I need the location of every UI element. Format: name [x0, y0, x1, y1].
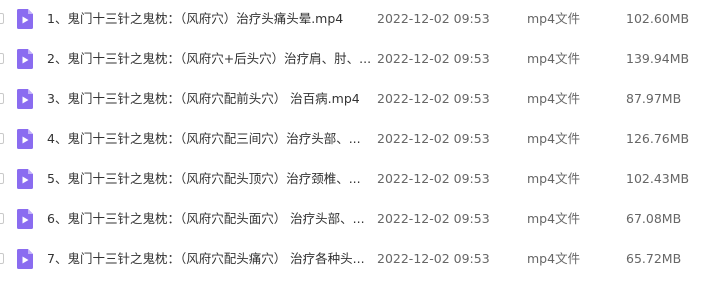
file-name[interactable]: 4、鬼门十三针之鬼枕：（风府穴配三间穴）治疗头部、...: [47, 131, 361, 147]
video-file-icon: [17, 209, 33, 229]
row-checkbox[interactable]: [0, 173, 4, 184]
row-checkbox[interactable]: [0, 213, 4, 224]
file-type: mp4文件: [527, 11, 581, 26]
file-row[interactable]: 6、鬼门十三针之鬼枕：（风府穴配头面穴） 治疗头部、... 2022-12-02…: [0, 200, 709, 240]
file-name[interactable]: 3、鬼门十三针之鬼枕：（风府穴配前头穴） 治百病.mp4: [47, 91, 360, 107]
file-type: mp4文件: [527, 51, 581, 66]
video-file-icon: [17, 89, 33, 109]
row-checkbox[interactable]: [0, 53, 4, 64]
file-modified-date: 2022-12-02 09:53: [377, 51, 490, 66]
file-list: 1、鬼门十三针之鬼枕：（风府穴）治疗头痛头晕.mp4 2022-12-02 09…: [0, 0, 709, 284]
file-type: mp4文件: [527, 171, 581, 186]
file-name[interactable]: 1、鬼门十三针之鬼枕：（风府穴）治疗头痛头晕.mp4: [47, 11, 343, 27]
file-size: 139.94MB: [626, 51, 690, 66]
row-checkbox[interactable]: [0, 13, 4, 24]
video-file-icon: [17, 49, 33, 69]
row-checkbox[interactable]: [0, 253, 4, 264]
file-modified-date: 2022-12-02 09:53: [377, 251, 490, 266]
file-type: mp4文件: [527, 131, 581, 146]
file-modified-date: 2022-12-02 09:53: [377, 171, 490, 186]
file-row[interactable]: 3、鬼门十三针之鬼枕：（风府穴配前头穴） 治百病.mp4 2022-12-02 …: [0, 80, 709, 120]
video-file-icon: [17, 169, 33, 189]
file-name[interactable]: 2、鬼门十三针之鬼枕：（风府穴+后头穴）治疗肩、肘、...: [47, 51, 371, 67]
file-row[interactable]: 4、鬼门十三针之鬼枕：（风府穴配三间穴）治疗头部、... 2022-12-02 …: [0, 120, 709, 160]
file-name[interactable]: 7、鬼门十三针之鬼枕：（风府穴配头痛穴） 治疗各种头...: [47, 251, 365, 267]
file-size: 67.08MB: [626, 211, 682, 226]
file-size: 65.72MB: [626, 251, 682, 266]
file-type: mp4文件: [527, 211, 581, 226]
file-row[interactable]: 2、鬼门十三针之鬼枕：（风府穴+后头穴）治疗肩、肘、... 2022-12-02…: [0, 40, 709, 80]
file-type: mp4文件: [527, 91, 581, 106]
row-checkbox[interactable]: [0, 133, 4, 144]
file-name[interactable]: 6、鬼门十三针之鬼枕：（风府穴配头面穴） 治疗头部、...: [47, 211, 365, 227]
row-checkbox[interactable]: [0, 93, 4, 104]
video-file-icon: [17, 9, 33, 29]
video-file-icon: [17, 129, 33, 149]
file-row[interactable]: 7、鬼门十三针之鬼枕：（风府穴配头痛穴） 治疗各种头... 2022-12-02…: [0, 240, 709, 280]
file-name[interactable]: 5、鬼门十三针之鬼枕：（风府穴配头顶穴）治疗颈椎、...: [47, 171, 361, 187]
file-size: 126.76MB: [626, 131, 690, 146]
file-size: 102.43MB: [626, 171, 690, 186]
file-row[interactable]: 1、鬼门十三针之鬼枕：（风府穴）治疗头痛头晕.mp4 2022-12-02 09…: [0, 0, 709, 40]
file-size: 87.97MB: [626, 91, 682, 106]
file-modified-date: 2022-12-02 09:53: [377, 131, 490, 146]
file-size: 102.60MB: [626, 11, 690, 26]
file-modified-date: 2022-12-02 09:53: [377, 91, 490, 106]
file-modified-date: 2022-12-02 09:53: [377, 11, 490, 26]
video-file-icon: [17, 249, 33, 269]
file-type: mp4文件: [527, 251, 581, 266]
file-row[interactable]: 5、鬼门十三针之鬼枕：（风府穴配头顶穴）治疗颈椎、... 2022-12-02 …: [0, 160, 709, 200]
file-modified-date: 2022-12-02 09:53: [377, 211, 490, 226]
